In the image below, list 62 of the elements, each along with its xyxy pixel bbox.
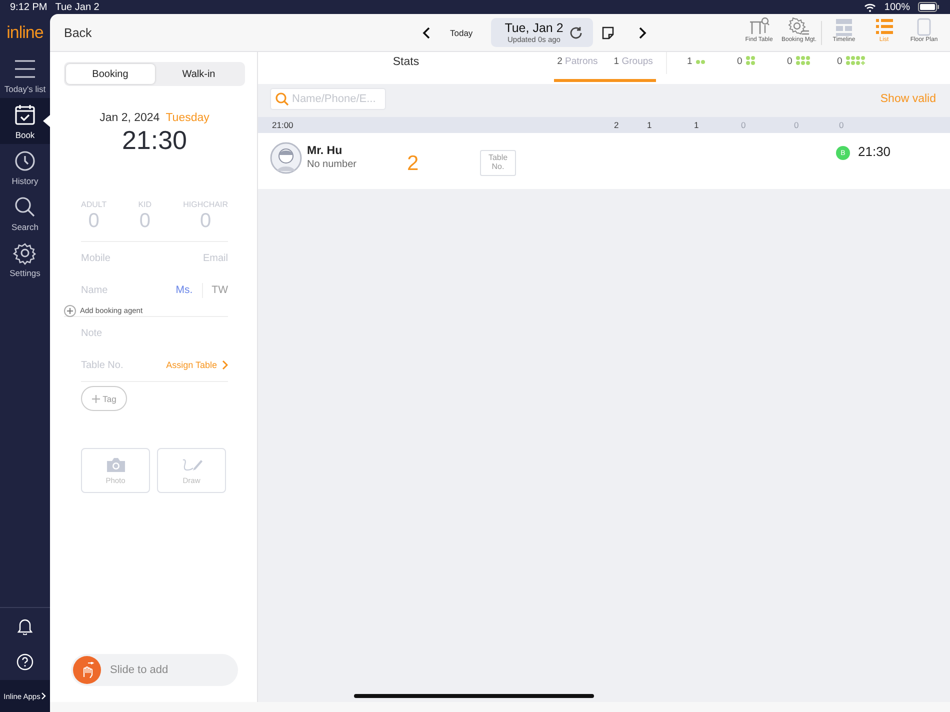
clock-icon [12,148,38,172]
group-count: 2 [614,120,619,130]
stats-title: Stats [392,55,420,68]
stats-tabs[interactable]: 2 Patrons 1 Groups [554,52,656,82]
slider-knob[interactable] [73,656,101,684]
timeline-icon [833,16,855,36]
calendar-icon [12,102,38,126]
camera-icon [106,456,126,472]
status-date: Tue Jan 2 [55,2,100,12]
refresh-icon[interactable] [569,26,584,40]
chevron-icon [41,692,46,700]
party-size-icon [696,60,706,64]
booking-time[interactable]: 21:30 [64,125,245,156]
avatar-icon [270,142,302,174]
list-icon [873,16,895,36]
group-count: 0 [794,120,799,130]
booking-time: 21:30 [858,144,891,159]
party-size-icon [796,56,810,65]
group-count: 1 [647,120,652,130]
booking-date: Jan 2, 2024 [100,112,160,124]
pencil-icon [180,456,202,472]
guest-phone: No number [307,159,356,170]
table-search-icon [748,16,770,36]
party-count: 0 [837,56,842,67]
nav-item[interactable]: Today's list [0,52,50,98]
battery-level: 100% [884,2,910,12]
party-count: 0 [787,56,792,67]
party-size-icon [746,56,756,65]
plus-icon [92,394,100,402]
search-icon [275,92,289,106]
clock-time: 9:12 PM [10,2,48,12]
group-count: 0 [741,120,746,130]
group-count: 0 [839,120,844,130]
group-time: 21:00 [271,120,294,130]
app-logo: inline [6,22,44,44]
previous-icon[interactable] [422,26,432,40]
note-icon[interactable] [601,26,616,40]
plus-icon [64,304,76,316]
nav-item[interactable]: Settings [0,236,50,282]
mode-tab[interactable]: Booking [66,64,154,84]
weekday: Tuesday [166,112,210,124]
chevron-icon [222,360,228,370]
nav-item[interactable]: Book [0,98,50,144]
nav-item[interactable]: History [0,144,50,190]
next-icon[interactable] [637,26,648,40]
settings-icon [12,240,38,264]
group-count: 1 [694,120,699,130]
nav-item[interactable]: Search [0,190,50,236]
gear-icon [788,16,810,36]
party-size: 2 [407,152,419,176]
back-button[interactable]: Back [50,26,106,40]
party-count: 1 [687,56,692,67]
battery-icon [918,2,940,12]
help-icon[interactable] [16,653,34,671]
bell-icon[interactable] [17,617,33,635]
mode-tab[interactable]: Walk-in [154,64,243,84]
guest-name: Mr. Hu [307,145,344,157]
today-button[interactable]: Today [440,28,483,38]
party-count: 0 [737,56,742,67]
party-size-icon [846,56,868,66]
wifi-icon [864,2,876,12]
table-label: Table No. [81,360,124,370]
